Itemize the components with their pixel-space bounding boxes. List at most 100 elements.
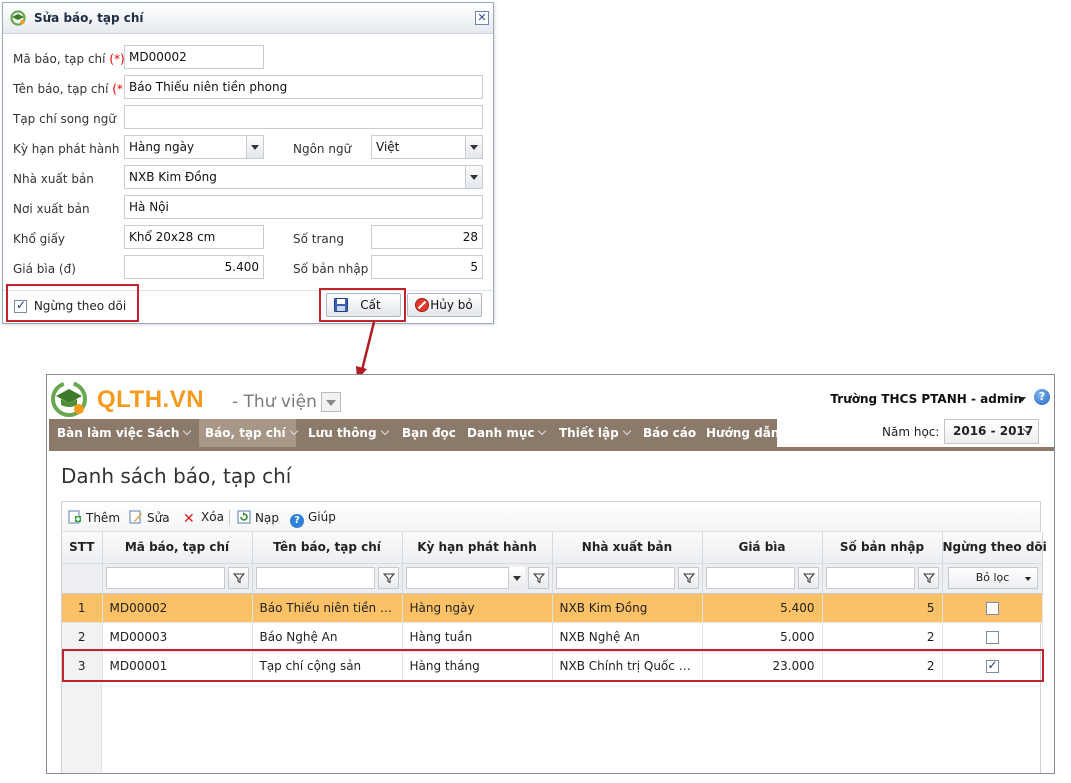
filter-input[interactable]: [555, 566, 675, 589]
cell-stopped: [942, 622, 1043, 652]
filter-icon[interactable]: [677, 566, 699, 589]
delete-x-icon: ✕: [183, 511, 195, 527]
column-header-stopped[interactable]: Ngừng theo dõi: [942, 532, 1047, 564]
dialog-title: Sửa báo, tạp chí: [34, 11, 144, 25]
main-menubar: Bàn làm việc Sách Báo, tạp chí Lưu thông…: [49, 419, 779, 448]
menu-bao-tap-chi[interactable]: Báo, tạp chí: [199, 419, 298, 448]
cell-stopped: [942, 593, 1043, 623]
menu-sach[interactable]: Sách: [141, 419, 196, 448]
delete-button[interactable]: ✕ Xóa: [183, 510, 224, 526]
filter-icon[interactable]: [797, 566, 819, 589]
filter-input[interactable]: [705, 566, 795, 589]
column-header-price[interactable]: Giá bìa: [702, 532, 823, 564]
reload-button[interactable]: Nạp: [237, 510, 279, 525]
code-input[interactable]: MD00002: [124, 45, 264, 69]
highlight-row-3: [62, 649, 1044, 682]
name-input[interactable]: Báo Thiếu niên tiền phong: [124, 75, 483, 99]
place-input[interactable]: Hà Nội: [124, 195, 483, 219]
cell-publisher: NXB Nghệ An: [552, 622, 703, 652]
filter-cell-publisher: [552, 563, 703, 594]
chevron-down-icon[interactable]: [246, 136, 263, 158]
checkbox-unchecked-icon[interactable]: [985, 601, 999, 615]
cell-price: 5.400: [702, 593, 823, 623]
name-label: Tên báo, tạp chí (*): [13, 82, 128, 96]
cell-name: Báo Nghệ An: [252, 622, 403, 652]
menu-ban-doc[interactable]: Bạn đọc: [396, 419, 462, 448]
column-header-publisher[interactable]: Nhà xuất bản: [552, 532, 703, 564]
module-dropdown-icon[interactable]: [321, 392, 341, 412]
language-select[interactable]: Việt: [371, 135, 483, 159]
chevron-down-icon[interactable]: [507, 566, 525, 589]
price-input[interactable]: 5.400: [124, 255, 264, 279]
cell-period: Hàng ngày: [402, 593, 553, 623]
table-row[interactable]: 2 MD00003 Báo Nghệ An Hàng tuần NXB Nghệ…: [62, 622, 1043, 652]
filter-icon[interactable]: [377, 566, 399, 589]
cancel-button[interactable]: Hủy bỏ: [407, 293, 482, 317]
filter-cell-period: [402, 563, 553, 594]
column-header-name[interactable]: Tên báo, tạp chí: [252, 532, 403, 564]
chevron-down-icon[interactable]: [465, 136, 482, 158]
filter-input[interactable]: [105, 566, 225, 589]
library-app-window: QLTH.VN - Thư viện Trường THCS PTANH - a…: [46, 374, 1055, 774]
filter-icon[interactable]: [917, 566, 939, 589]
filter-icon[interactable]: [227, 566, 249, 589]
edit-magazine-dialog: Sửa báo, tạp chí ✕ Mã báo, tạp chí (*) M…: [2, 2, 494, 324]
column-header-code[interactable]: Mã báo, tạp chí: [102, 532, 253, 564]
size-input[interactable]: Khổ 20x28 cm: [124, 225, 264, 249]
menu-danh-muc[interactable]: Danh mục: [461, 419, 551, 448]
column-header-copies[interactable]: Số bản nhập: [822, 532, 943, 564]
add-icon: [68, 510, 81, 524]
menu-ban-lam-viec[interactable]: Bàn làm việc: [51, 419, 149, 448]
filter-icon[interactable]: [527, 566, 549, 589]
menu-thiet-lap[interactable]: Thiết lập: [553, 419, 636, 448]
edit-button[interactable]: Sửa: [129, 510, 170, 525]
column-header-period[interactable]: Kỳ hạn phát hành: [402, 532, 553, 564]
help-button[interactable]: ? Giúp: [290, 510, 336, 528]
reload-icon: [237, 510, 251, 524]
publisher-select[interactable]: NXB Kim Đồng: [124, 165, 483, 189]
cell-code: MD00002: [102, 593, 253, 623]
edit-icon: [129, 510, 142, 524]
price-label: Giá bìa (đ): [13, 262, 76, 276]
dialog-titlebar[interactable]: Sửa báo, tạp chí ✕: [3, 3, 493, 34]
header-row: STT Mã báo, tạp chí Tên báo, tạp chí Kỳ …: [62, 532, 1047, 564]
filter-cell-price: [702, 563, 823, 594]
filter-cell-stt: [62, 563, 103, 594]
size-label: Khổ giấy: [13, 232, 66, 246]
clear-filter-dropdown[interactable]: Bỏ lọc: [947, 566, 1038, 589]
copies-label: Số bản nhập: [293, 262, 369, 276]
table-row[interactable]: 1 MD00002 Báo Thiếu niên tiền pho... Hàn…: [62, 593, 1043, 623]
code-label: Mã báo, tạp chí (*): [13, 52, 125, 66]
close-icon[interactable]: ✕: [475, 11, 489, 25]
filter-cell-stopped: Bỏ lọc: [942, 563, 1043, 594]
menubar-underline: [49, 447, 1054, 451]
filter-input[interactable]: [825, 566, 915, 589]
filter-input[interactable]: [255, 566, 375, 589]
add-button[interactable]: Thêm: [68, 510, 120, 525]
help-icon[interactable]: ?: [1034, 389, 1050, 405]
column-header-stt[interactable]: STT: [62, 532, 103, 564]
user-menu[interactable]: Trường THCS PTANH - admin: [830, 392, 1022, 406]
menu-luu-thong[interactable]: Lưu thông: [302, 419, 394, 448]
chevron-down-icon: [622, 426, 631, 436]
cell-period: Hàng tuần: [402, 622, 553, 652]
pages-input[interactable]: 28: [371, 225, 483, 249]
cell-code: MD00003: [102, 622, 253, 652]
copies-input[interactable]: 5: [371, 255, 483, 279]
period-label: Kỳ hạn phát hành: [13, 142, 120, 156]
period-select[interactable]: Hàng ngày: [124, 135, 264, 159]
chevron-down-icon[interactable]: [465, 166, 482, 188]
cell-price: 5.000: [702, 622, 823, 652]
menu-bao-cao[interactable]: Báo cáo: [637, 419, 702, 448]
checkbox-unchecked-icon[interactable]: [985, 630, 999, 644]
bilingual-input[interactable]: [124, 105, 483, 129]
pages-label: Số trang: [293, 232, 344, 246]
school-year-select[interactable]: 2016 - 2017: [944, 419, 1039, 444]
cancel-label: Hủy bỏ: [430, 298, 473, 312]
cell-publisher: NXB Kim Đồng: [552, 593, 703, 623]
caret-down-icon[interactable]: [1018, 397, 1026, 402]
language-label: Ngôn ngữ: [293, 142, 352, 156]
magazine-grid: Thêm Sửa ✕ Xóa Nạp ? Giúp STT Mã báo, tạ…: [61, 501, 1047, 773]
menu-huong-dan[interactable]: Hướng dẫn: [700, 419, 785, 448]
filter-cell-copies: [822, 563, 943, 594]
